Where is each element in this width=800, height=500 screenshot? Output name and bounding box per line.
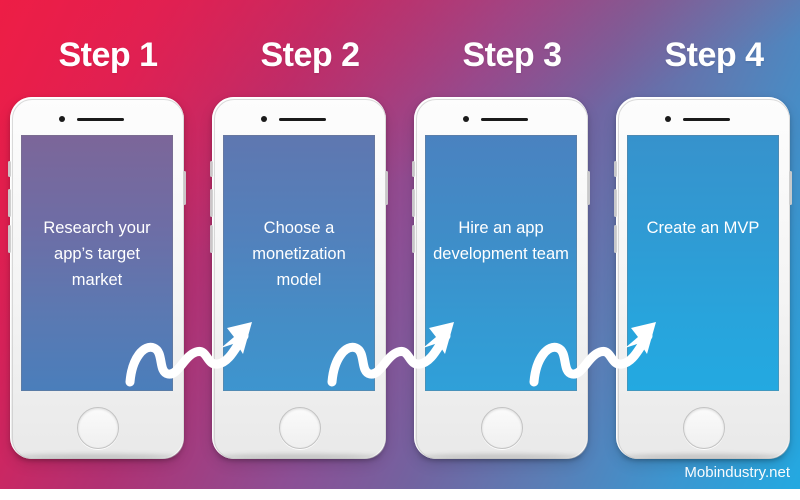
phone-volume-down-button-icon xyxy=(8,225,11,253)
phone-screen-2: Choose a monetization model xyxy=(223,135,375,391)
phone-volume-down-button-icon xyxy=(614,225,617,253)
front-camera-icon xyxy=(665,116,671,122)
step-title-2: Step 2 xyxy=(260,36,360,74)
screen-text-1: Research your app’s target market xyxy=(43,219,151,289)
phone-silent-switch-icon xyxy=(210,161,213,177)
phone-power-button-icon xyxy=(385,171,388,205)
phone-volume-down-button-icon xyxy=(210,225,213,253)
phone-screen-4: Create an MVP xyxy=(627,135,779,391)
phone-volume-up-button-icon xyxy=(210,189,213,217)
phone-volume-down-button-icon xyxy=(412,225,415,253)
home-button-icon xyxy=(683,407,725,449)
step-title-3: Step 3 xyxy=(462,36,562,74)
phone-volume-up-button-icon xyxy=(614,189,617,217)
phone-drop-shadow xyxy=(218,454,380,460)
earpiece-speaker-icon xyxy=(683,118,730,121)
bottom-white-strip xyxy=(0,489,800,500)
phone-drop-shadow xyxy=(420,454,582,460)
phone-volume-up-button-icon xyxy=(412,189,415,217)
screen-text-4: Create an MVP xyxy=(646,219,760,237)
phone-drop-shadow xyxy=(622,454,784,460)
front-camera-icon xyxy=(463,116,469,122)
screen-text-2: Choose a monetization model xyxy=(252,219,346,289)
earpiece-speaker-icon xyxy=(77,118,124,121)
phone-screen-1: Research your app’s target market xyxy=(21,135,173,391)
phone-power-button-icon xyxy=(183,171,186,205)
front-camera-icon xyxy=(59,116,65,122)
phone-power-button-icon xyxy=(587,171,590,205)
infographic-canvas: Step 1 Research your app’s target market… xyxy=(0,0,800,500)
phone-drop-shadow xyxy=(16,454,178,460)
screen-text-3: Hire an app development team xyxy=(433,219,569,263)
phone-mockup-3: Hire an app development team xyxy=(412,97,590,460)
phone-volume-up-button-icon xyxy=(8,189,11,217)
phone-silent-switch-icon xyxy=(8,161,11,177)
phone-screen-3: Hire an app development team xyxy=(425,135,577,391)
phone-mockup-1: Research your app’s target market xyxy=(8,97,186,460)
step-title-4: Step 4 xyxy=(664,36,764,74)
phone-silent-switch-icon xyxy=(412,161,415,177)
earpiece-speaker-icon xyxy=(279,118,326,121)
home-button-icon xyxy=(279,407,321,449)
phone-mockup-2: Choose a monetization model xyxy=(210,97,388,460)
step-title-1: Step 1 xyxy=(58,36,158,74)
watermark-label: Mobindustry.net xyxy=(684,464,790,481)
phone-silent-switch-icon xyxy=(614,161,617,177)
phone-power-button-icon xyxy=(789,171,792,205)
front-camera-icon xyxy=(261,116,267,122)
earpiece-speaker-icon xyxy=(481,118,528,121)
phone-mockup-4: Create an MVP xyxy=(614,97,792,460)
home-button-icon xyxy=(77,407,119,449)
home-button-icon xyxy=(481,407,523,449)
